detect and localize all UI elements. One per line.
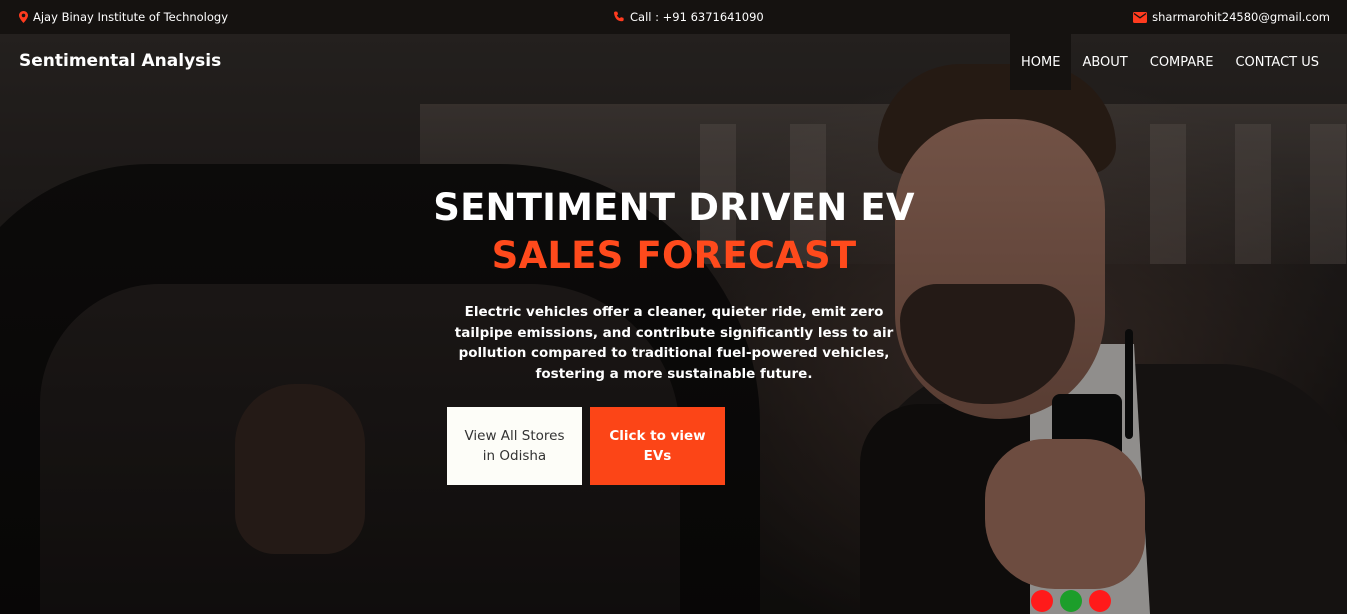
- nav-compare[interactable]: COMPARE: [1139, 34, 1225, 90]
- nav-about[interactable]: ABOUT: [1071, 34, 1138, 90]
- hero-title: SENTIMENT DRIVEN EV SALES FORECAST: [420, 184, 928, 280]
- carousel-dot[interactable]: [1060, 590, 1082, 612]
- phone-text: Call : +91 6371641090: [630, 10, 764, 24]
- hero-section: Sentimental Analysis HOME ABOUT COMPARE …: [0, 34, 1347, 614]
- email-text: sharmarohit24580@gmail.com: [1152, 10, 1330, 24]
- top-info-bar: Ajay Binay Institute of Technology Call …: [0, 0, 1347, 34]
- address-info: Ajay Binay Institute of Technology: [19, 0, 228, 34]
- view-stores-button[interactable]: View All Stores in Odisha: [447, 407, 582, 485]
- carousel-indicators: [1031, 590, 1111, 612]
- hero-title-line2: SALES FORECAST: [491, 234, 857, 277]
- carousel-dot[interactable]: [1089, 590, 1111, 612]
- address-text: Ajay Binay Institute of Technology: [33, 10, 229, 24]
- email-info[interactable]: sharmarohit24580@gmail.com: [1133, 0, 1330, 34]
- nav-contact-us[interactable]: CONTACT US: [1224, 34, 1330, 90]
- brand-logo[interactable]: Sentimental Analysis: [19, 51, 221, 71]
- hero-buttons: View All Stores in Odisha Click to view …: [447, 407, 725, 485]
- map-pin-icon: [19, 11, 28, 23]
- hero-title-line1: SENTIMENT DRIVEN EV: [433, 186, 915, 229]
- nav-home[interactable]: HOME: [1010, 34, 1072, 90]
- phone-icon: [613, 11, 625, 23]
- hero-description: Electric vehicles offer a cleaner, quiet…: [454, 304, 894, 382]
- main-nav: HOME ABOUT COMPARE CONTACT US: [1010, 34, 1330, 90]
- view-evs-button[interactable]: Click to view EVs: [590, 407, 725, 485]
- hero-content: SENTIMENT DRIVEN EV SALES FORECAST Elect…: [420, 184, 928, 384]
- phone-info[interactable]: Call : +91 6371641090: [613, 0, 764, 34]
- carousel-dot[interactable]: [1031, 590, 1053, 612]
- mail-icon: [1133, 11, 1148, 23]
